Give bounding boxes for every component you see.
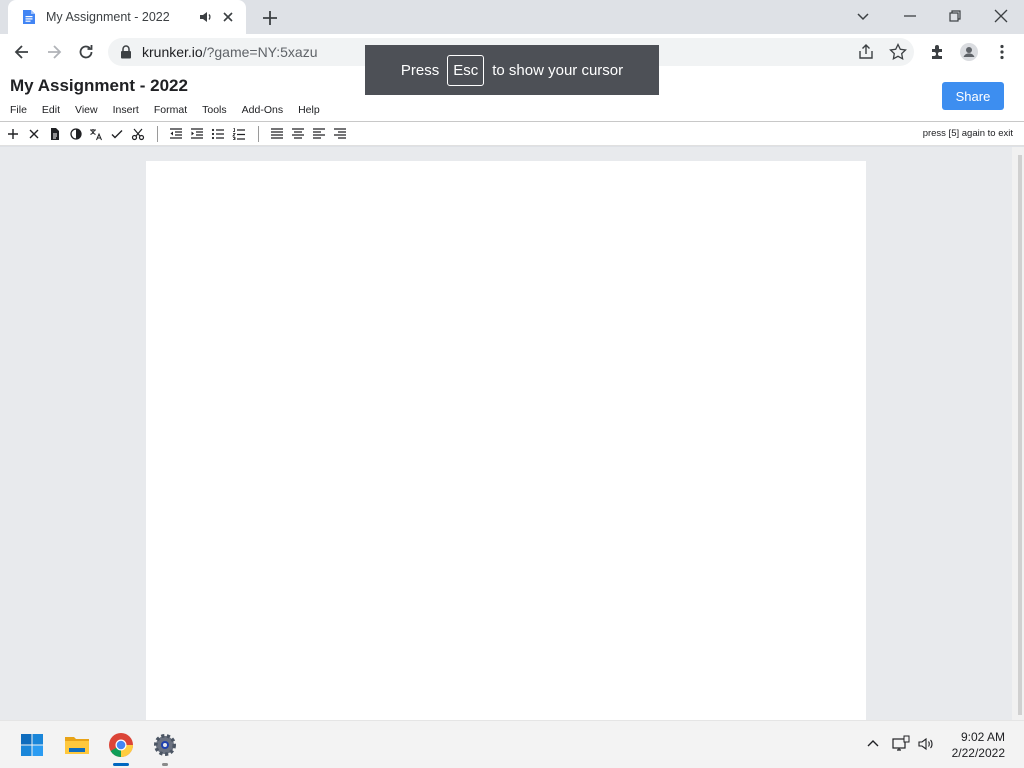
notice-message-text: to show your cursor — [492, 61, 624, 79]
url-host: krunker.io — [142, 44, 203, 60]
taskbar: 9:02 AM 2/22/2022 — [0, 720, 1024, 768]
menu-kebab-icon[interactable] — [992, 42, 1012, 62]
settings-running-indicator — [162, 763, 168, 766]
volume-icon[interactable] — [917, 735, 935, 753]
menu-insert[interactable]: Insert — [113, 104, 139, 116]
chrome-active-indicator — [113, 763, 129, 766]
settings-gear-icon[interactable] — [151, 731, 179, 759]
esc-key-badge: Esc — [447, 54, 485, 86]
reload-icon[interactable] — [76, 42, 96, 62]
plus-icon[interactable] — [6, 127, 20, 141]
forward-icon[interactable] — [44, 42, 64, 62]
translate-icon[interactable] — [89, 127, 103, 141]
menu-bar: File Edit View Insert Format Tools Add-O… — [10, 104, 320, 116]
extensions-icon[interactable] — [928, 42, 948, 62]
new-tab-icon[interactable] — [260, 8, 280, 28]
close-window-icon[interactable] — [991, 6, 1011, 26]
lock-icon[interactable] — [120, 45, 132, 59]
bookmark-star-icon[interactable] — [888, 42, 908, 62]
menu-file[interactable]: File — [10, 104, 27, 116]
check-icon[interactable] — [110, 127, 124, 141]
contrast-icon[interactable] — [69, 127, 83, 141]
chrome-icon[interactable] — [107, 731, 135, 759]
back-icon[interactable] — [12, 42, 32, 62]
menu-edit[interactable]: Edit — [42, 104, 60, 116]
close-icon[interactable] — [27, 127, 41, 141]
document-icon[interactable] — [48, 127, 62, 141]
menu-help[interactable]: Help — [298, 104, 320, 116]
tab-strip: My Assignment - 2022 — [0, 0, 1024, 34]
align-right-icon[interactable] — [333, 127, 347, 141]
tab-search-icon[interactable] — [853, 6, 873, 26]
scissors-icon[interactable] — [131, 127, 145, 141]
windows-start-icon[interactable] — [18, 731, 46, 759]
document-page[interactable] — [146, 161, 866, 720]
tab-title: My Assignment - 2022 — [46, 10, 170, 24]
scrollbar-track[interactable] — [1012, 147, 1024, 720]
document-canvas — [0, 147, 1024, 720]
profile-avatar-icon[interactable] — [959, 42, 979, 62]
menu-format[interactable]: Format — [154, 104, 187, 116]
scrollbar-thumb[interactable] — [1018, 155, 1022, 715]
numbered-list-icon[interactable] — [232, 127, 246, 141]
file-explorer-icon[interactable] — [63, 731, 91, 759]
menu-view[interactable]: View — [75, 104, 98, 116]
align-center-icon[interactable] — [291, 127, 305, 141]
restore-icon[interactable] — [945, 6, 965, 26]
align-justify-icon[interactable] — [270, 127, 284, 141]
notice-press-text: Press — [400, 61, 440, 79]
system-clock[interactable]: 9:02 AM 2/22/2022 — [952, 729, 1005, 761]
indent-increase-icon[interactable] — [190, 127, 204, 141]
browser-tab[interactable]: My Assignment - 2022 — [8, 0, 246, 34]
menu-add-ons[interactable]: Add-Ons — [242, 104, 283, 116]
toolbar-separator — [157, 126, 158, 142]
clock-date: 2/22/2022 — [951, 746, 1005, 760]
network-icon[interactable] — [892, 735, 910, 753]
menu-tools[interactable]: Tools — [202, 104, 227, 116]
share-button[interactable]: Share — [942, 82, 1004, 110]
chevron-up-icon[interactable] — [864, 735, 882, 753]
speaker-icon[interactable] — [198, 9, 214, 25]
align-left-icon[interactable] — [312, 127, 326, 141]
bulleted-list-icon[interactable] — [211, 127, 225, 141]
clock-time: 9:02 AM — [960, 730, 1005, 744]
share-page-icon[interactable] — [856, 42, 876, 62]
document-title[interactable]: My Assignment - 2022 — [10, 76, 188, 96]
formatting-toolbar: press [5] again to exit — [0, 122, 1024, 146]
close-tab-icon[interactable] — [220, 9, 236, 25]
pointer-lock-notice: Press Esc to show your cursor — [365, 45, 659, 95]
url-path: /?game=NY:5xazu — [202, 44, 318, 60]
minimize-icon[interactable] — [900, 6, 920, 26]
exit-hint: press [5] again to exit — [922, 128, 1013, 139]
indent-decrease-icon[interactable] — [169, 127, 183, 141]
google-docs-icon — [23, 10, 35, 24]
toolbar-separator — [258, 126, 259, 142]
